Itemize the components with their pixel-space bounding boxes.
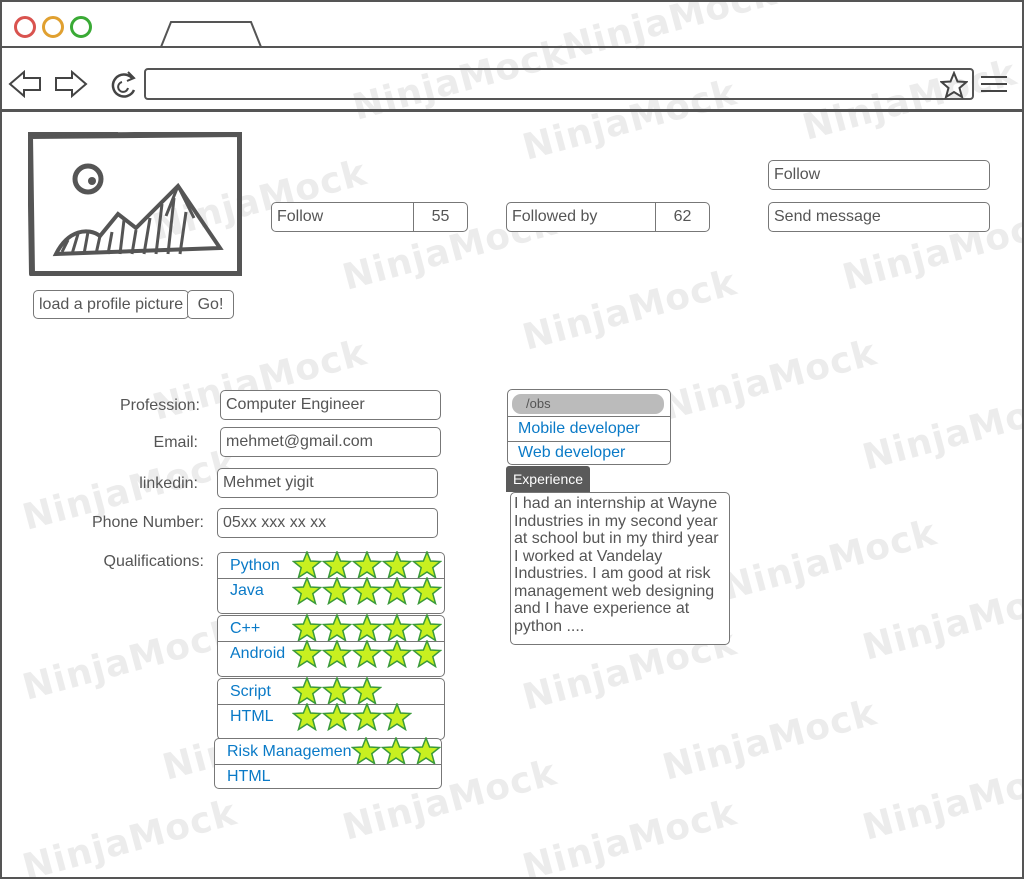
- tab-experience[interactable]: Experience: [506, 466, 590, 492]
- email-label: Email:: [153, 434, 198, 451]
- star-icon: [352, 640, 382, 668]
- reload-icon[interactable]: [108, 68, 142, 102]
- star-icon: [382, 551, 412, 579]
- star-rating[interactable]: [292, 551, 442, 579]
- qualification-group: Script HTML: [217, 677, 445, 740]
- star-rating[interactable]: [351, 737, 441, 765]
- star-icon: [412, 640, 442, 668]
- star-icon: [381, 737, 411, 765]
- image-placeholder-icon[interactable]: [28, 132, 242, 276]
- linkedin-field[interactable]: Mehmet yigit: [217, 468, 438, 498]
- star-icon: [352, 551, 382, 579]
- star-icon: [292, 577, 322, 605]
- qualification-group: C++ Android: [217, 614, 445, 677]
- qualification-name: HTML: [230, 708, 274, 725]
- send-message-button[interactable]: Send message: [768, 202, 990, 232]
- star-icon: [292, 614, 322, 642]
- jobs-list: /obs Mobile developer Web developer: [507, 389, 671, 465]
- qualification-item[interactable]: Python: [218, 551, 444, 579]
- followed-by-count: 62: [655, 203, 709, 231]
- load-profile-picture-field[interactable]: load a profile picture: [33, 290, 189, 319]
- jobs-header: /obs: [512, 394, 664, 414]
- follow-stat[interactable]: Follow 55: [271, 202, 468, 232]
- star-rating[interactable]: [292, 703, 412, 731]
- star-icon: [352, 677, 382, 705]
- qualification-name: Risk Managemen: [227, 742, 352, 760]
- follow-stat-label: Follow: [277, 208, 324, 225]
- star-icon: [322, 577, 352, 605]
- forward-arrow-icon[interactable]: [52, 70, 88, 98]
- star-icon: [322, 551, 352, 579]
- browser-tab[interactable]: [157, 19, 267, 49]
- profession-field[interactable]: Computer Engineer: [220, 390, 441, 420]
- qualification-name: Java: [230, 582, 264, 599]
- job-item-mobile-developer[interactable]: Mobile developer: [508, 416, 670, 441]
- star-icon: [292, 703, 322, 731]
- qualification-name: Python: [230, 556, 280, 574]
- qualification-item[interactable]: Risk Managemen: [215, 737, 441, 765]
- qualification-name: HTML: [227, 768, 271, 785]
- linkedin-label: linkedin:: [139, 475, 198, 492]
- star-icon: [382, 614, 412, 642]
- star-icon: [322, 703, 352, 731]
- star-bookmark-icon[interactable]: [940, 71, 968, 99]
- star-icon: [412, 577, 442, 605]
- star-icon: [411, 737, 441, 765]
- job-item-web-developer[interactable]: Web developer: [508, 441, 670, 464]
- title-bar: [2, 2, 1022, 48]
- minimize-window-button[interactable]: [42, 16, 64, 38]
- qualification-item[interactable]: HTML: [215, 764, 441, 789]
- qualification-group: Python Java: [217, 551, 445, 614]
- star-rating[interactable]: [292, 677, 382, 705]
- star-icon: [382, 577, 412, 605]
- star-icon: [292, 551, 322, 579]
- star-rating[interactable]: [292, 577, 442, 605]
- star-icon: [322, 677, 352, 705]
- star-icon: [322, 640, 352, 668]
- phone-number-field[interactable]: 05xx xxx xx xx: [217, 508, 438, 538]
- followed-by-stat[interactable]: Followed by 62: [506, 202, 710, 232]
- followed-by-label: Followed by: [512, 208, 598, 225]
- phone-number-label: Phone Number:: [91, 514, 204, 531]
- qualification-item[interactable]: HTML: [218, 703, 444, 731]
- go-button[interactable]: Go!: [187, 290, 234, 319]
- star-icon: [412, 551, 442, 579]
- browser-toolbar: [2, 48, 1022, 112]
- qualification-name: Android: [230, 645, 286, 662]
- qualification-name: Script: [230, 682, 271, 700]
- star-rating[interactable]: [292, 614, 442, 642]
- star-icon: [382, 703, 412, 731]
- qualification-group: Risk Managemen HTML: [214, 737, 442, 789]
- star-icon: [412, 614, 442, 642]
- qualification-item[interactable]: Java: [218, 577, 444, 605]
- follow-count: 55: [413, 203, 467, 231]
- star-icon: [351, 737, 381, 765]
- profession-label: Profession:: [119, 397, 200, 414]
- follow-button[interactable]: Follow: [768, 160, 990, 190]
- back-arrow-icon[interactable]: [8, 70, 44, 98]
- maximize-window-button[interactable]: [70, 16, 92, 38]
- hamburger-menu-icon[interactable]: [980, 74, 1008, 94]
- qualification-name: C++: [230, 619, 261, 637]
- qualifications-label: Qualifications:: [103, 553, 205, 570]
- address-bar[interactable]: [144, 68, 974, 100]
- close-window-button[interactable]: [14, 16, 36, 38]
- email-field[interactable]: mehmet@gmail.com: [220, 427, 441, 457]
- star-icon: [292, 640, 322, 668]
- star-icon: [322, 614, 352, 642]
- star-icon: [382, 640, 412, 668]
- qualification-item[interactable]: Script: [218, 677, 444, 705]
- qualification-item[interactable]: C++: [218, 614, 444, 642]
- star-icon: [292, 677, 322, 705]
- star-icon: [352, 577, 382, 605]
- star-rating[interactable]: [292, 640, 442, 668]
- experience-textarea[interactable]: I had an internship at Wayne Industries …: [510, 492, 730, 645]
- qualification-item[interactable]: Android: [218, 640, 444, 668]
- star-icon: [352, 703, 382, 731]
- star-icon: [352, 614, 382, 642]
